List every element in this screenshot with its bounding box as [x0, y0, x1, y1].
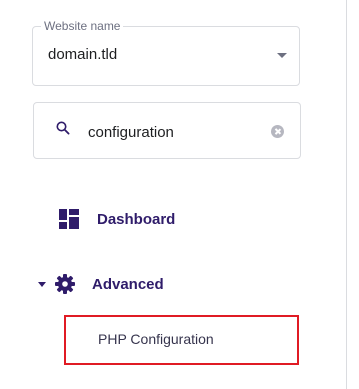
sidebar-item-advanced-label: Advanced — [92, 275, 164, 293]
caret-down-icon[interactable] — [38, 281, 46, 287]
website-name-label: Website name — [41, 18, 124, 34]
sidebar-item-advanced[interactable]: Advanced — [38, 272, 164, 296]
sidebar-item-dashboard[interactable]: Dashboard — [59, 207, 175, 231]
website-name-select[interactable]: Website name domain.tld — [32, 18, 300, 86]
gear-icon — [55, 274, 75, 294]
website-name-value: domain.tld — [48, 46, 118, 63]
search-icon — [56, 121, 70, 135]
sidebar-subitem-php-configuration[interactable]: PHP Configuration — [64, 315, 299, 365]
clear-icon[interactable] — [271, 125, 284, 138]
sidebar-subitem-label: PHP Configuration — [98, 331, 214, 347]
dashboard-grid-icon — [59, 209, 79, 229]
search-input[interactable] — [88, 121, 258, 143]
chevron-down-icon — [277, 53, 287, 58]
sidebar-panel: Website name domain.tld Dashboard — [0, 0, 347, 389]
search-field[interactable] — [33, 102, 301, 159]
sidebar-item-dashboard-label: Dashboard — [97, 210, 176, 228]
